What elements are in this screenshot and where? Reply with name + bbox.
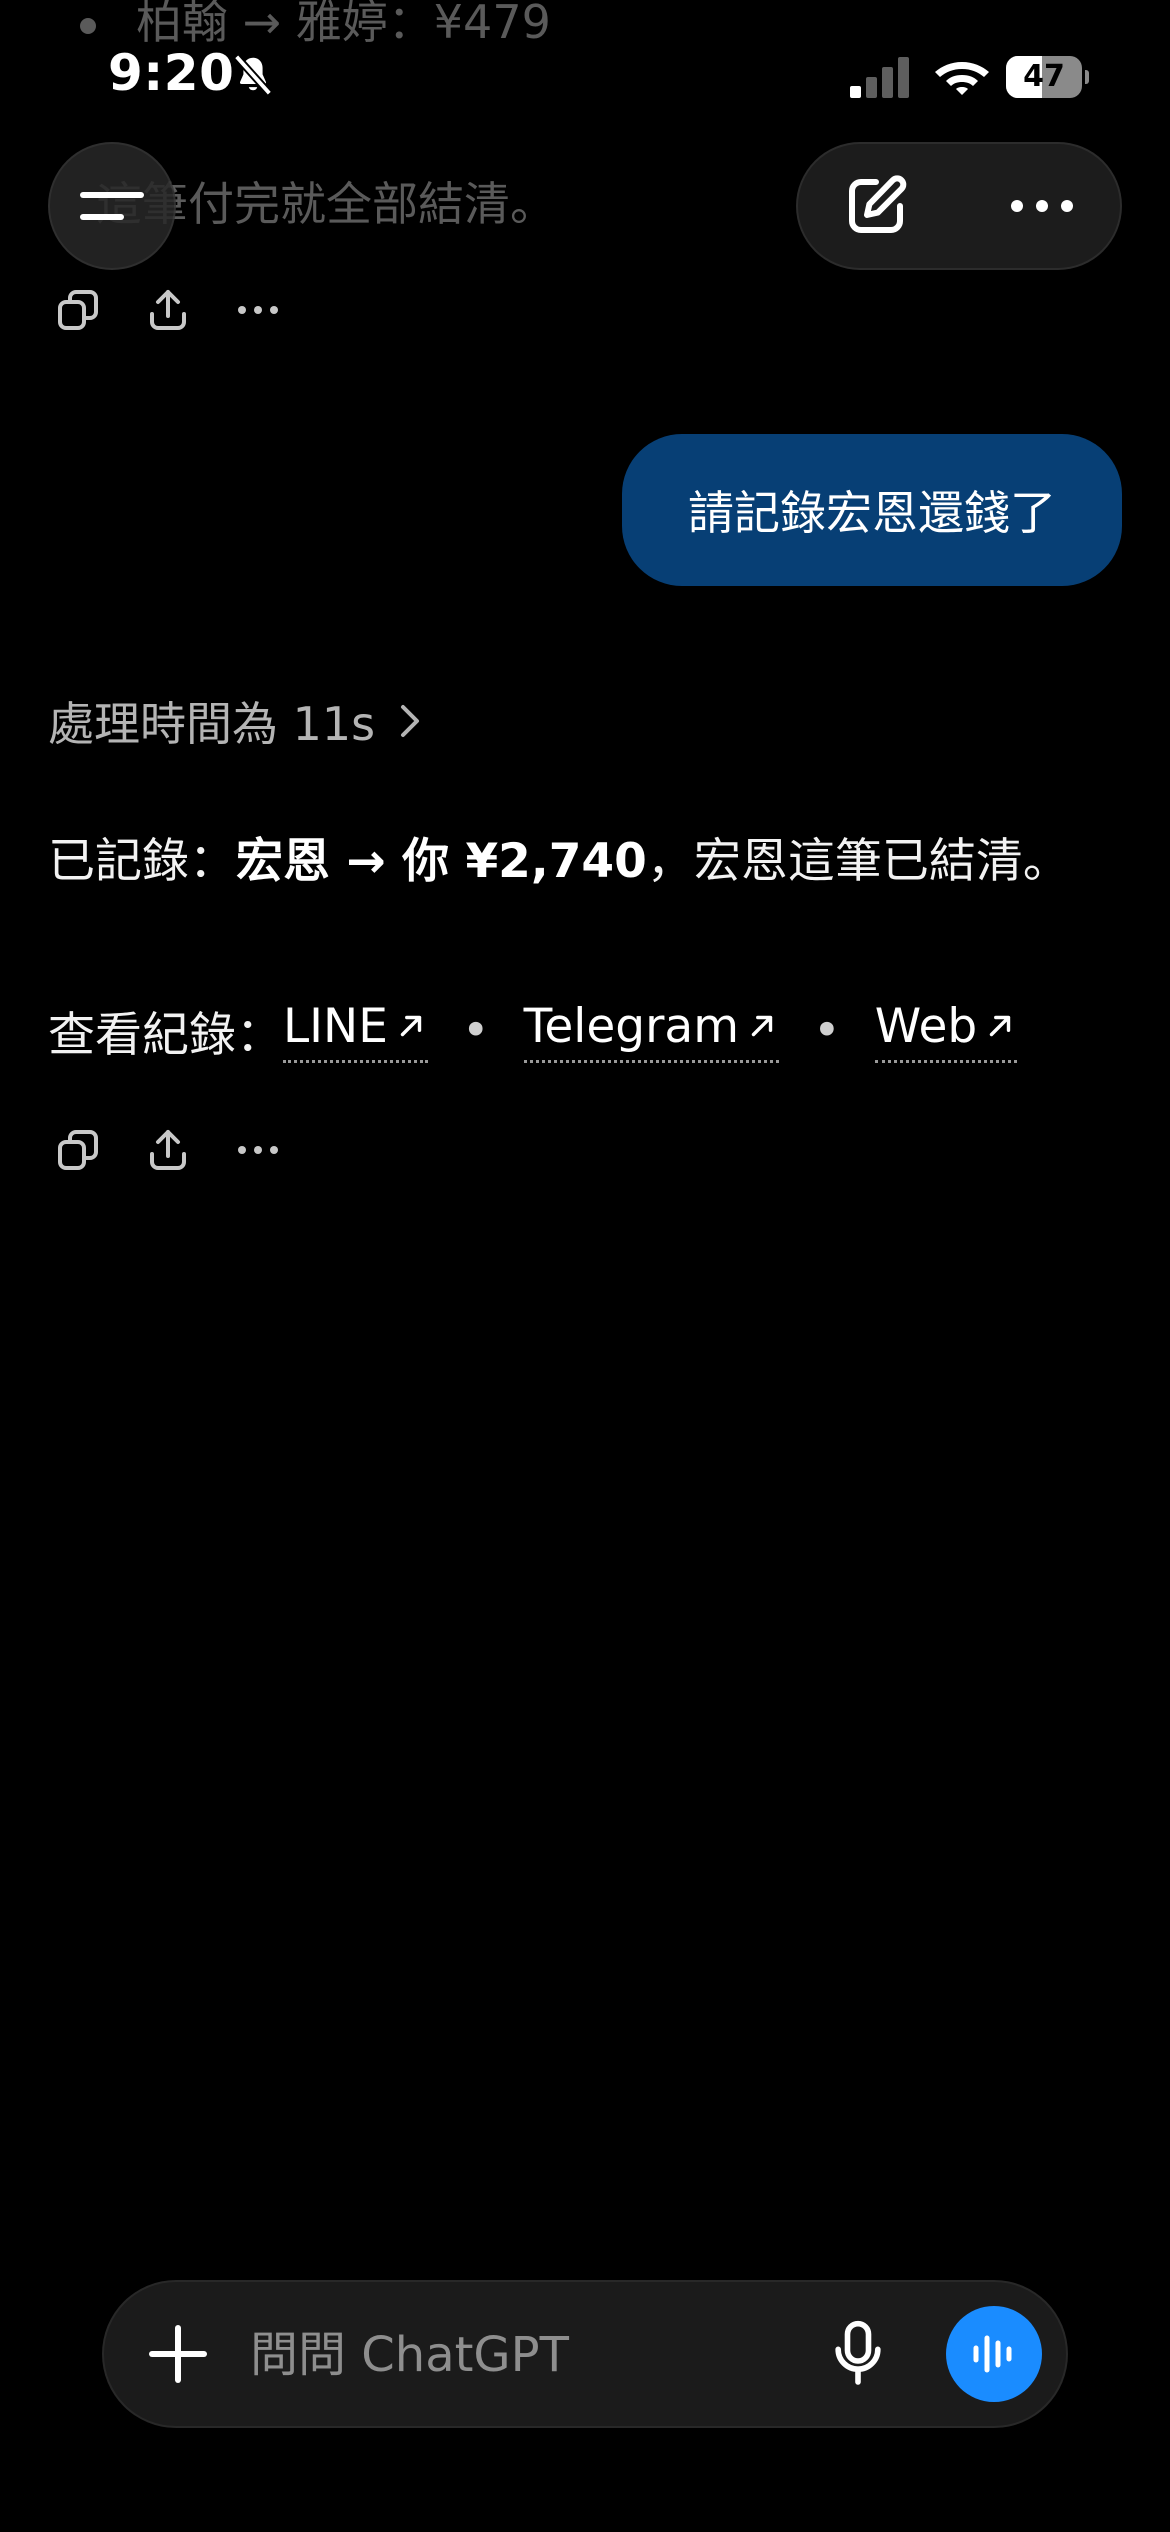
more-icon	[238, 1146, 278, 1154]
chevron-right-icon	[401, 705, 420, 737]
user-message-bubble: 請記錄宏恩還錢了	[622, 434, 1122, 586]
external-link-arrow-icon	[990, 1015, 1011, 1037]
answer-highlight: 宏恩 → 你 ¥2,740	[236, 834, 647, 889]
record-links: 查看紀錄： LINE • Telegram • Web	[48, 996, 1018, 1065]
answer-prefix: 已記錄：	[48, 834, 236, 889]
new-chat-button[interactable]	[826, 156, 926, 256]
share-icon	[150, 290, 186, 330]
more-options-button[interactable]	[992, 156, 1092, 256]
message-more-button[interactable]	[228, 1120, 288, 1180]
link-web-label: Web	[874, 998, 978, 1054]
cellular-signal-icon	[850, 57, 909, 98]
message-composer	[102, 2280, 1068, 2428]
copy-icon	[58, 290, 98, 330]
links-prefix: 查看紀錄：	[48, 1008, 283, 1063]
thinking-time-label: 處理時間為 11s	[48, 697, 376, 751]
external-link-arrow-icon	[400, 1015, 422, 1037]
wifi-icon	[935, 62, 989, 95]
more-icon	[238, 306, 278, 314]
message-more-button[interactable]	[228, 280, 288, 340]
copy-icon	[58, 1130, 98, 1170]
previous-message-actions	[48, 278, 318, 342]
share-button[interactable]	[138, 280, 198, 340]
plus-icon	[149, 2325, 207, 2383]
bullet-dot	[80, 17, 96, 34]
previous-bullet-text: 柏翰 → 雅婷：¥479	[136, 0, 551, 49]
battery-indicator: 47	[1006, 56, 1089, 98]
answer-suffix: ，宏恩這筆已結清。	[646, 834, 1070, 889]
more-icon	[1011, 200, 1073, 212]
share-button[interactable]	[138, 1120, 198, 1180]
link-separator: •	[813, 1003, 841, 1058]
battery-percent: 47	[1023, 59, 1065, 94]
menu-icon	[80, 192, 144, 220]
status-time: 9:20	[108, 44, 235, 102]
copy-button[interactable]	[48, 280, 108, 340]
dictation-button[interactable]	[818, 2314, 898, 2394]
compose-icon	[849, 175, 907, 233]
link-telegram[interactable]: Telegram	[523, 998, 779, 1063]
copy-button[interactable]	[48, 1120, 108, 1180]
voice-mode-button[interactable]	[946, 2306, 1042, 2402]
link-web[interactable]: Web	[874, 998, 1018, 1063]
assistant-answer: 已記錄：宏恩 → 你 ¥2,740，宏恩這筆已結清。	[48, 822, 1070, 891]
link-separator: •	[461, 1003, 490, 1058]
microphone-icon	[835, 2320, 881, 2385]
link-telegram-label: Telegram	[523, 998, 739, 1054]
link-line-label: LINE	[283, 998, 388, 1054]
external-link-arrow-icon	[751, 1015, 773, 1037]
assistant-message-actions	[48, 1118, 318, 1182]
link-line[interactable]: LINE	[283, 999, 428, 1063]
thinking-time-toggle[interactable]: 處理時間為 11s	[48, 686, 423, 756]
share-icon	[150, 1130, 186, 1170]
voice-waveform-icon	[973, 2335, 1012, 2373]
header-actions	[796, 142, 1122, 270]
user-message-text: 請記錄宏恩還錢了	[688, 486, 1056, 540]
bell-muted-icon	[233, 54, 273, 96]
attach-button[interactable]	[138, 2314, 218, 2394]
message-input[interactable]	[248, 2314, 872, 2396]
sidebar-menu-button[interactable]	[48, 142, 176, 270]
